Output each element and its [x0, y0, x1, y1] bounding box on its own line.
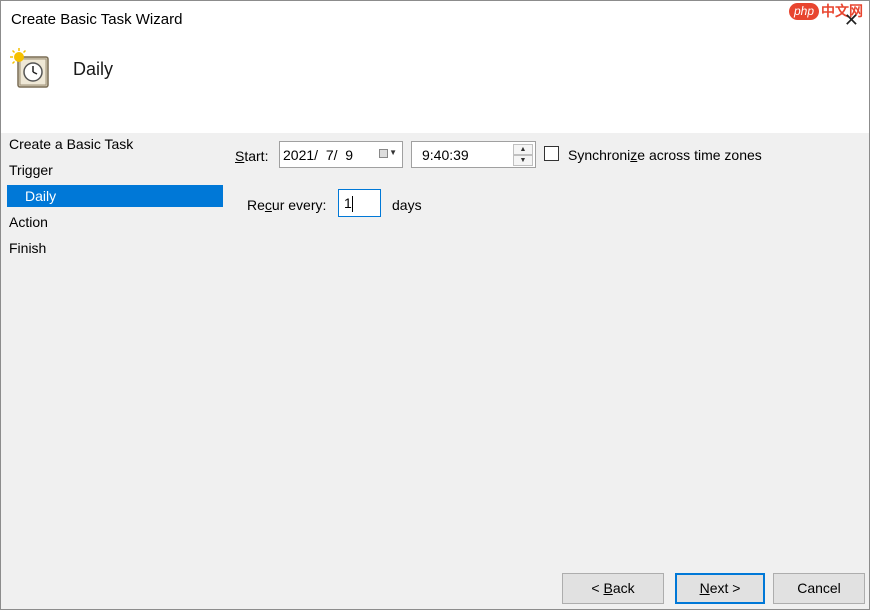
nav-step-action[interactable]: Action [1, 211, 225, 237]
start-time-value: 9:40:39 [422, 147, 469, 163]
text-caret [352, 196, 353, 212]
recur-label-pre: Re [247, 197, 265, 213]
recur-days-input[interactable]: 1 [338, 189, 381, 217]
watermark-badge: php [788, 2, 819, 20]
close-icon[interactable]: ✕ [844, 11, 859, 29]
window-title: Create Basic Task Wizard [11, 11, 183, 28]
recur-days-value: 1 [344, 195, 352, 211]
cancel-button[interactable]: Cancel [773, 573, 865, 604]
synchronize-label[interactable]: Synchronize across time zones [568, 147, 762, 163]
wizard-window: Create Basic Task Wizard php 中文网 ✕ Daily [0, 0, 870, 610]
synchronize-checkbox[interactable] [544, 146, 559, 161]
start-time-picker[interactable]: 9:40:39 ▲ ▼ [411, 141, 536, 168]
clock-icon [10, 48, 49, 88]
recur-label: Recur every: [247, 197, 326, 213]
next-label-accel: N [699, 580, 710, 596]
start-label-accel: S [235, 148, 245, 164]
start-label: Start: [235, 148, 268, 164]
recur-label-accel: c [264, 197, 272, 213]
next-button[interactable]: Next > [675, 573, 765, 604]
sync-label-post: e across time zones [637, 147, 762, 163]
start-label-rest: tart: [244, 148, 269, 164]
back-label-pre: < [591, 580, 604, 596]
time-spin-down-icon[interactable]: ▼ [513, 155, 533, 166]
wizard-content: Create a Basic Task Trigger Daily Action… [1, 133, 869, 609]
next-label-post: ext > [709, 580, 741, 596]
calendar-icon[interactable] [379, 149, 388, 158]
back-label-post: ack [612, 580, 635, 596]
back-button[interactable]: < Back [562, 573, 664, 604]
nav-step-trigger[interactable]: Trigger [1, 159, 225, 185]
start-date-picker[interactable]: 2021/ 7/ 9 ▼ [279, 141, 403, 168]
title-bar: Create Basic Task Wizard php 中文网 ✕ [1, 1, 869, 39]
sync-label-pre: Synchroni [568, 147, 631, 163]
wizard-header: Daily [1, 39, 869, 133]
recur-unit-label: days [392, 197, 422, 213]
start-date-value: 2021/ 7/ 9 [283, 147, 354, 163]
nav-step-create-basic-task[interactable]: Create a Basic Task [1, 133, 225, 159]
nav-step-daily[interactable]: Daily [7, 185, 223, 207]
back-label-accel: B [603, 580, 613, 596]
nav-step-finish[interactable]: Finish [1, 237, 225, 263]
time-spin-up-icon[interactable]: ▲ [513, 144, 533, 155]
page-title: Daily [73, 59, 114, 79]
recur-label-post: ur every: [271, 197, 327, 213]
wizard-steps-nav: Create a Basic Task Trigger Daily Action… [1, 133, 225, 263]
chevron-down-icon[interactable]: ▼ [389, 148, 397, 157]
